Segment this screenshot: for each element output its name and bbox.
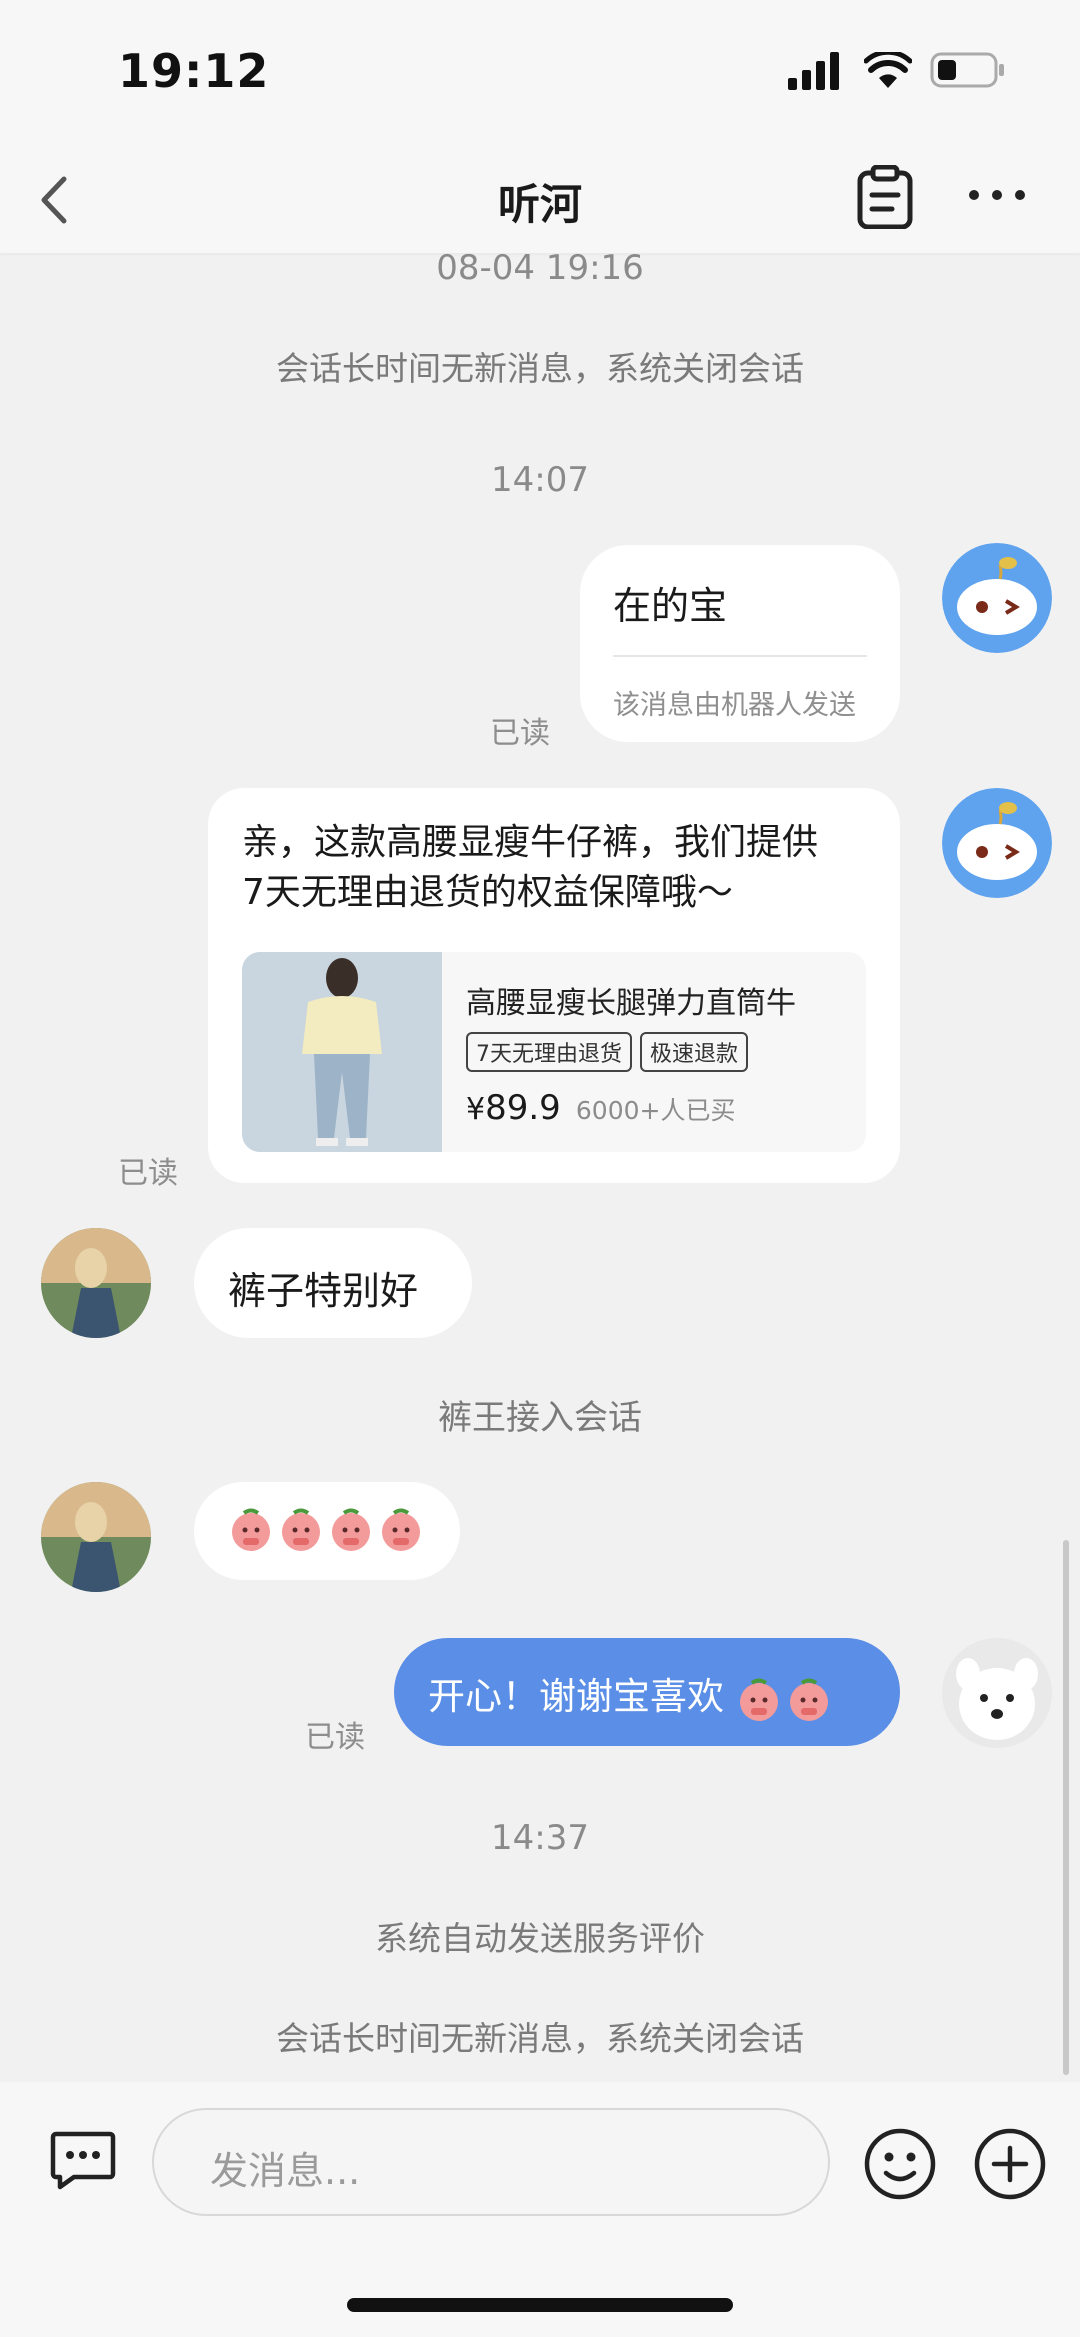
signal-icon xyxy=(788,52,839,90)
message-text: 亲，这款高腰显瘦牛仔裤，我们提供 7天无理由退货的权益保障哦～ xyxy=(242,818,882,918)
message-text: 裤子特别好 xyxy=(228,1269,419,1313)
system-message: 会话长时间无新消息，系统关闭会话 xyxy=(276,2019,804,2058)
plus-icon[interactable] xyxy=(972,2126,1048,2202)
dog-avatar-image xyxy=(942,1638,1052,1748)
agent-avatar[interactable] xyxy=(942,1638,1052,1748)
timestamp: 14:07 xyxy=(491,460,589,500)
tag-return: 7天无理由退货 xyxy=(466,1032,632,1072)
page-title: 听河 xyxy=(497,180,582,229)
agent-message-bubble[interactable]: 开心！谢谢宝喜欢 xyxy=(394,1638,900,1746)
nav-bar: 听河 xyxy=(0,145,1080,253)
user-avatar[interactable] xyxy=(41,1228,151,1338)
product-name: 高腰显瘦长腿弹力直筒牛 xyxy=(466,986,796,1021)
system-message: 裤王接入会话 xyxy=(438,1398,642,1438)
scrollbar[interactable] xyxy=(1063,1540,1069,2075)
clipboard-icon[interactable] xyxy=(856,165,914,229)
message-text: 在的宝 xyxy=(613,584,728,628)
product-card[interactable]: 高腰显瘦长腿弹力直筒牛 7天无理由退货 极速退款 ¥89.9 6000+人已买 xyxy=(242,952,866,1152)
bot-message-bubble[interactable]: 在的宝 该消息由机器人发送 xyxy=(580,545,900,742)
sales-count: 6000+人已买 xyxy=(575,1096,736,1125)
battery-icon xyxy=(930,52,1004,88)
currency: ¥ xyxy=(466,1092,486,1127)
bot-avatar xyxy=(942,788,1052,898)
user-avatar[interactable] xyxy=(41,1482,151,1592)
home-indicator[interactable] xyxy=(347,2298,733,2312)
user-avatar-image xyxy=(41,1228,151,1338)
message-text: 开心！谢谢宝喜欢 xyxy=(428,1675,724,1718)
robot-note: 该消息由机器人发送 xyxy=(613,690,856,721)
system-message: 会话长时间无新消息，系统关闭会话 xyxy=(276,349,804,388)
bot-avatar-icon xyxy=(942,543,1052,653)
read-status: 已读 xyxy=(118,1156,178,1191)
peach-emoji-icon xyxy=(382,1508,420,1551)
message-row: 开心！谢谢宝喜欢 xyxy=(428,1666,836,1722)
timestamp: 08-04 19:16 xyxy=(436,248,644,288)
message-line: 亲，这款高腰显瘦牛仔裤，我们提供 xyxy=(242,822,819,863)
peach-emoji-icon xyxy=(789,1678,828,1721)
timestamp: 14:37 xyxy=(491,1818,589,1858)
chat-menu-icon[interactable] xyxy=(50,2130,116,2190)
status-time: 19:12 xyxy=(118,44,270,98)
message-line: 7天无理由退货的权益保障哦～ xyxy=(242,872,733,913)
user-avatar-image xyxy=(41,1482,151,1592)
bot-avatar xyxy=(942,543,1052,653)
peach-emoji-icon xyxy=(232,1508,270,1551)
read-status: 已读 xyxy=(305,1720,365,1755)
user-emoji-bubble[interactable] xyxy=(194,1482,460,1580)
emoji-row xyxy=(228,1506,428,1552)
emoji-icon[interactable] xyxy=(862,2126,938,2202)
system-message: 系统自动发送服务评价 xyxy=(375,1919,705,1958)
more-icon[interactable] xyxy=(966,187,1028,203)
wifi-icon xyxy=(864,52,912,88)
product-price-row: ¥89.9 6000+人已买 xyxy=(466,1088,735,1128)
divider xyxy=(613,655,867,657)
input-placeholder: 发消息... xyxy=(210,2149,361,2193)
bot-product-message[interactable]: 亲，这款高腰显瘦牛仔裤，我们提供 7天无理由退货的权益保障哦～ 高腰显瘦长腿弹力… xyxy=(208,788,900,1183)
user-message-bubble[interactable]: 裤子特别好 xyxy=(194,1228,472,1338)
peach-emoji-icon xyxy=(332,1508,370,1551)
product-tags: 7天无理由退货 极速退款 xyxy=(466,1032,756,1072)
product-image xyxy=(242,952,442,1152)
bot-avatar-icon xyxy=(942,788,1052,898)
tag-refund: 极速退款 xyxy=(640,1032,749,1072)
peach-emoji-icon xyxy=(739,1678,778,1721)
message-input[interactable]: 发消息... xyxy=(152,2108,830,2216)
read-status: 已读 xyxy=(490,716,550,751)
status-bar: 19:12 xyxy=(0,0,1080,145)
peach-emoji-icon xyxy=(282,1508,320,1551)
product-price: 89.9 xyxy=(485,1088,561,1128)
